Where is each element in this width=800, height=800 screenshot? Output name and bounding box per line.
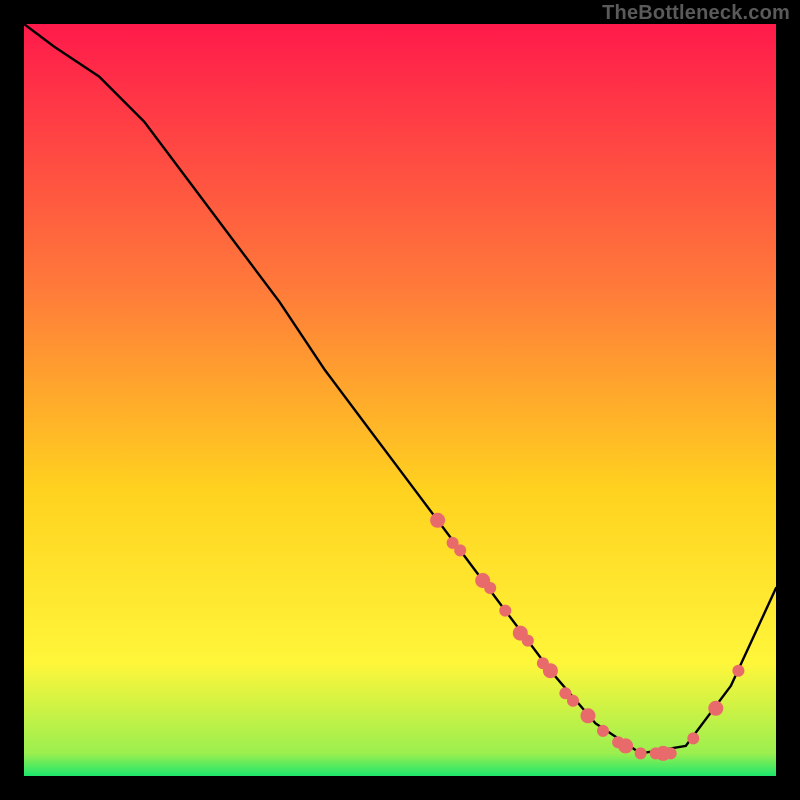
chart-frame: TheBottleneck.com: [0, 0, 800, 800]
curve-marker: [430, 513, 445, 528]
gradient-background: [24, 24, 776, 776]
curve-marker: [732, 665, 744, 677]
curve-marker: [687, 732, 699, 744]
curve-marker: [618, 738, 633, 753]
attribution-text: TheBottleneck.com: [602, 2, 790, 25]
curve-marker: [581, 708, 596, 723]
curve-marker: [665, 747, 677, 759]
curve-marker: [708, 701, 723, 716]
curve-marker: [597, 725, 609, 737]
curve-marker: [484, 582, 496, 594]
chart-svg: [24, 24, 776, 776]
curve-marker: [635, 747, 647, 759]
curve-marker: [454, 544, 466, 556]
curve-marker: [543, 663, 558, 678]
curve-marker: [567, 695, 579, 707]
curve-marker: [499, 605, 511, 617]
curve-marker: [522, 635, 534, 647]
plot-area: [24, 24, 776, 776]
